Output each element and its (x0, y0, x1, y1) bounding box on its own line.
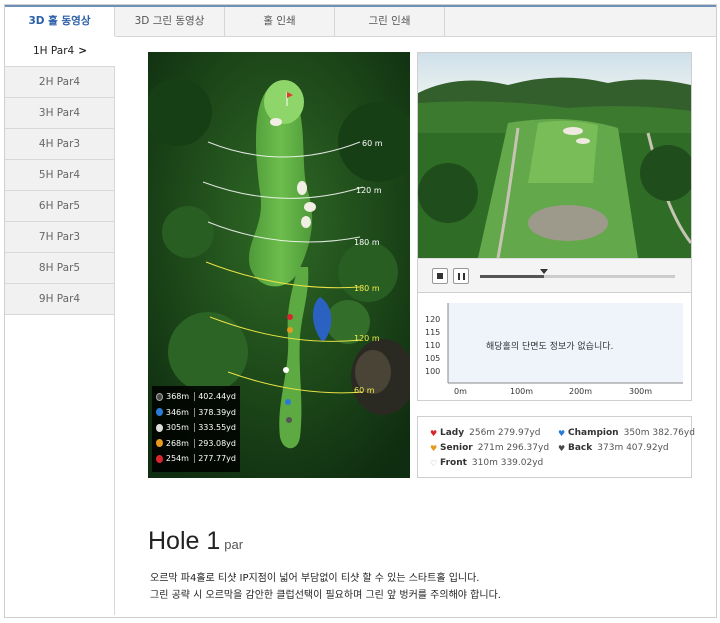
progress-handle[interactable] (540, 269, 548, 274)
arc-label-120m-yellow: 120 m (354, 334, 380, 343)
hole-title-text: Hole 1 (148, 527, 221, 555)
legend-name: Back (568, 443, 593, 453)
tab-3d-hole-video[interactable]: 3D 홀 동영상 (5, 7, 115, 38)
arc-label-120m: 120 m (356, 186, 382, 195)
legend-item-champion: ♥ Champion 350m 382.76yd (558, 428, 695, 438)
legend-value: 256m 279.97yd (469, 428, 541, 438)
legend-value: 310m 339.02yd (471, 458, 544, 468)
tee-legend: ♥ Lady 256m 279.97yd ♥ Champion 350m 382… (417, 416, 695, 478)
legend-name: Front (440, 458, 467, 468)
legend-item-senior: ♥ Senior 271m 296.37yd (430, 443, 549, 453)
page-frame: 3D 홀 동영상 3D 그린 동영상 홀 인쇄 그린 인쇄 1H Par4 > 2… (4, 4, 717, 618)
x-tick: 0m (454, 387, 467, 396)
legend-value: 373m 407.92yd (597, 443, 669, 453)
arc-label-180m-yellow: 180 m (354, 284, 380, 293)
legend-name: Senior (440, 443, 473, 453)
heart-icon: ♥ (430, 443, 438, 453)
front-tee-icon (156, 423, 163, 432)
video-controls (418, 258, 691, 292)
heart-icon: ♥ (558, 428, 566, 438)
arc-label-60m-yellow: 60 m (354, 386, 375, 395)
tee-distance-row: 368m 402.44yd (156, 389, 236, 405)
champion-tee-icon (156, 408, 163, 417)
nav-spacer (5, 315, 115, 615)
y-tick: 110 (425, 341, 441, 350)
distance-yards: 293.08yd (194, 438, 236, 448)
par-label: par (224, 537, 244, 552)
x-tick: 300m (629, 387, 653, 396)
hole-title: Hole 1 par (148, 527, 243, 556)
description-line: 그린 공략 시 오르막을 감안한 클럽선택이 필요하며 그린 앞 벙커를 주의해… (150, 590, 501, 601)
nav-item-6h[interactable]: 6H Par5 (5, 191, 115, 222)
tee-distance-row: 305m 333.55yd (156, 420, 236, 436)
y-tick: 120 (425, 315, 441, 324)
y-tick: 100 (425, 367, 441, 376)
distance-yards: 333.55yd (194, 423, 236, 433)
distance-meters: 268m (165, 438, 189, 448)
stop-button[interactable] (432, 268, 448, 284)
heart-icon: ♥ (430, 428, 438, 438)
legend-item-lady: ♥ Lady 256m 279.97yd (430, 428, 540, 438)
heart-icon: ♥ (558, 443, 566, 453)
lady-tee-icon (156, 454, 163, 463)
legend-value: 350m 382.76yd (623, 428, 695, 438)
legend-name: Champion (568, 428, 619, 438)
arc-label-60m: 60 m (362, 139, 383, 148)
distance-meters: 305m (165, 423, 189, 433)
hole-video-player (417, 52, 692, 293)
video-scene-image (418, 53, 691, 258)
description-line: 오르막 파4홀로 티샷 IP지점이 넓어 부담없이 티샷 할 수 있는 스타트홀… (150, 573, 480, 584)
stop-icon (437, 273, 443, 279)
nav-item-8h[interactable]: 8H Par5 (5, 253, 115, 284)
no-data-message: 해당홀의 단면도 정보가 없습니다. (486, 342, 614, 352)
tee-distance-row: 254m 277.77yd (156, 451, 236, 467)
back-tee-icon (156, 392, 164, 401)
arc-label-180m: 180 m (354, 238, 380, 247)
legend-item-back: ♥ Back 373m 407.92yd (558, 443, 669, 453)
hole-map: 60 m 120 m 180 m 180 m 120 m 60 m 368m 4… (148, 52, 410, 478)
distance-yards: 378.39yd (194, 407, 236, 417)
y-tick: 115 (425, 328, 441, 337)
video-progress-fill (480, 275, 544, 278)
hole-nav: 1H Par4 > 2H Par4 3H Par4 4H Par3 5H Par4… (5, 36, 115, 615)
legend-name: Lady (440, 428, 465, 438)
nav-item-3h[interactable]: 3H Par4 (5, 98, 115, 129)
nav-item-4h[interactable]: 4H Par3 (5, 129, 115, 160)
tee-distance-row: 346m 378.39yd (156, 405, 236, 421)
hole-description: 오르막 파4홀로 티샷 IP지점이 넓어 부담없이 티샷 할 수 있는 스타트홀… (150, 570, 501, 604)
video-frame[interactable] (418, 53, 691, 258)
nav-item-2h[interactable]: 2H Par4 (5, 67, 115, 98)
legend-item-front: ♡ Front 310m 339.02yd (430, 458, 543, 468)
chevron-right-icon: > (78, 45, 88, 57)
x-tick: 100m (510, 387, 534, 396)
distance-meters: 254m (165, 454, 189, 464)
x-tick: 200m (569, 387, 593, 396)
nav-item-9h[interactable]: 9H Par4 (5, 284, 115, 315)
senior-tee-icon (156, 439, 163, 448)
top-tabs: 3D 홀 동영상 3D 그린 동영상 홀 인쇄 그린 인쇄 (5, 5, 716, 38)
tab-3d-green-video[interactable]: 3D 그린 동영상 (115, 7, 225, 37)
distance-yards: 277.77yd (194, 454, 236, 464)
tee-distance-row: 268m 293.08yd (156, 436, 236, 452)
pause-button[interactable] (453, 268, 469, 284)
tee-distance-panel: 368m 402.44yd 346m 378.39yd 305m 333.55y… (152, 386, 240, 472)
tab-hole-print[interactable]: 홀 인쇄 (225, 7, 335, 37)
distance-yards: 402.44yd (194, 392, 236, 402)
nav-item-7h[interactable]: 7H Par3 (5, 222, 115, 253)
nav-item-1h[interactable]: 1H Par4 > (5, 36, 115, 67)
elevation-profile-chart: 120 115 110 105 100 0m 100m 200m 300m 해당… (417, 293, 692, 401)
tab-green-print[interactable]: 그린 인쇄 (335, 7, 445, 37)
legend-value: 271m 296.37yd (477, 443, 550, 453)
distance-meters: 368m (166, 392, 190, 402)
pause-icon (458, 273, 465, 280)
nav-item-label: 1H Par4 (32, 45, 75, 57)
distance-meters: 346m (165, 407, 189, 417)
y-tick: 105 (425, 354, 441, 363)
nav-item-5h[interactable]: 5H Par4 (5, 160, 115, 191)
video-progress-bar[interactable] (480, 269, 675, 278)
heart-outline-icon: ♡ (430, 458, 438, 468)
